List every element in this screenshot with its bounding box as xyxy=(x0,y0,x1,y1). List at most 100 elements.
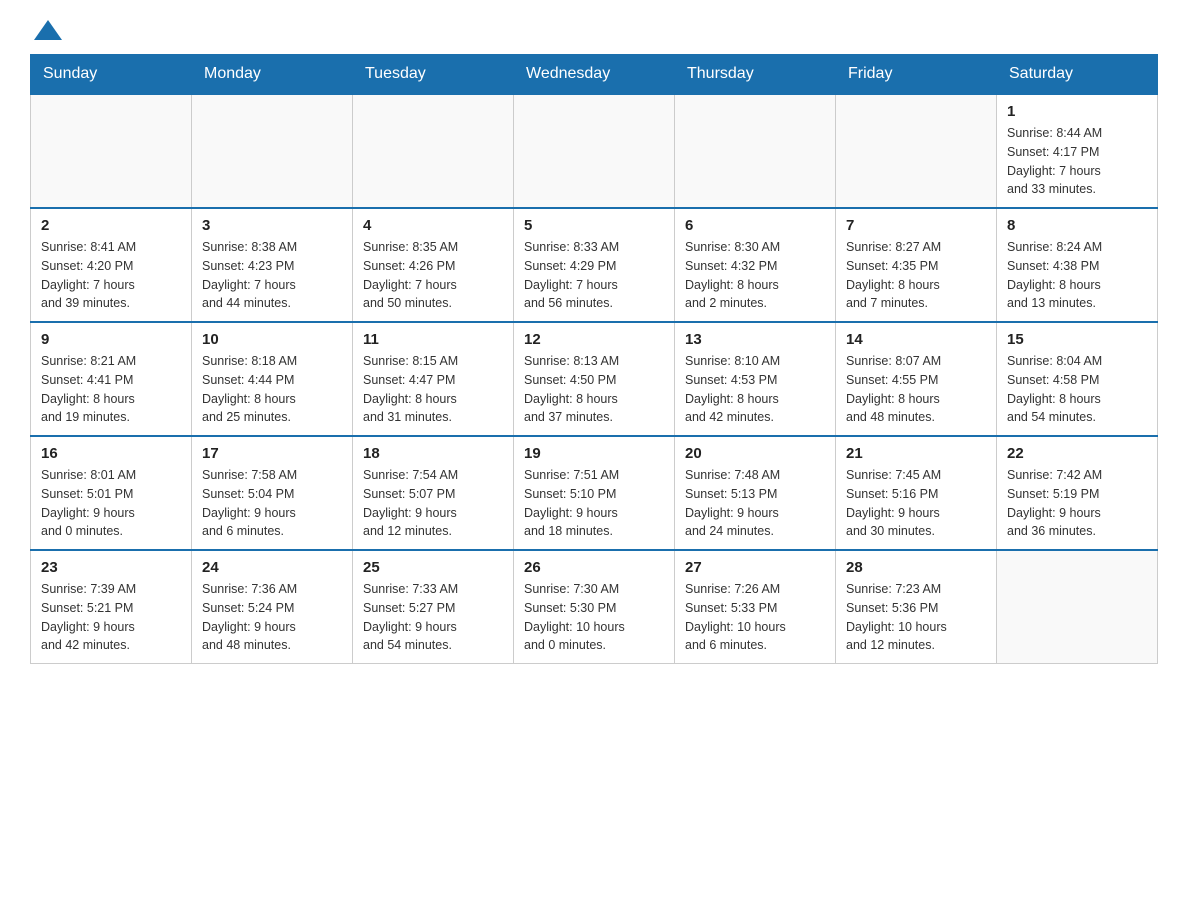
calendar-cell: 21 Sunrise: 7:45 AMSunset: 5:16 PMDayligh… xyxy=(836,436,997,550)
calendar-cell: 27Sunrise: 7:26 AMSunset: 5:33 PMDayligh… xyxy=(675,550,836,664)
page-header xyxy=(30,20,1158,44)
day-number: 24 xyxy=(202,559,342,576)
day-info: Sunrise: 7:42 AMSunset: 5:19 PMDaylight:… xyxy=(1007,466,1147,541)
day-number: 13 xyxy=(685,331,825,348)
day-number: 12 xyxy=(524,331,664,348)
calendar-cell: 26 Sunrise: 7:30 AMSunset: 5:30 PMDayligh… xyxy=(514,550,675,664)
calendar-cell xyxy=(353,94,514,208)
calendar-cell: 9 Sunrise: 8:21 AMSunset: 4:41 PMDaylight… xyxy=(31,322,192,436)
day-number: 4 xyxy=(363,217,503,234)
day-number: 9 xyxy=(41,331,181,348)
calendar-cell xyxy=(31,94,192,208)
day-info: Sunrise: 8:13 AMSunset: 4:50 PMDaylight:… xyxy=(524,352,664,427)
day-info: Sunrise: 8:10 AMSunset: 4:53 PMDaylight:… xyxy=(685,352,825,427)
calendar-cell xyxy=(997,550,1158,664)
calendar-cell: 18 Sunrise: 7:54 AMSunset: 5:07 PMDayligh… xyxy=(353,436,514,550)
calendar-cell xyxy=(675,94,836,208)
day-info: Sunrise: 7:23 AMSunset: 5:36 PMDaylight:… xyxy=(846,580,986,655)
day-number: 19 xyxy=(524,445,664,462)
day-number: 28 xyxy=(846,559,986,576)
day-info: Sunrise: 8:35 AMSunset: 4:26 PMDaylight:… xyxy=(363,238,503,313)
day-info: Sunrise: 8:33 AMSunset: 4:29 PMDaylight:… xyxy=(524,238,664,313)
day-info: Sunrise: 8:44 AMSunset: 4:17 PMDaylight:… xyxy=(1007,124,1147,199)
day-info: Sunrise: 8:41 AMSunset: 4:20 PMDaylight:… xyxy=(41,238,181,313)
day-number: 14 xyxy=(846,331,986,348)
day-number: 10 xyxy=(202,331,342,348)
calendar-cell: 12 Sunrise: 8:13 AMSunset: 4:50 PMDayligh… xyxy=(514,322,675,436)
logo xyxy=(30,20,62,44)
day-number: 20 xyxy=(685,445,825,462)
day-info: Sunrise: 8:38 AMSunset: 4:23 PMDaylight:… xyxy=(202,238,342,313)
day-number: 1 xyxy=(1007,103,1147,120)
day-header-monday: Monday xyxy=(192,55,353,95)
day-info: Sunrise: 7:36 AMSunset: 5:24 PMDaylight:… xyxy=(202,580,342,655)
calendar-week-row: 1 Sunrise: 8:44 AMSunset: 4:17 PMDaylight… xyxy=(31,94,1158,208)
calendar-cell: 15 Sunrise: 8:04 AMSunset: 4:58 PMDayligh… xyxy=(997,322,1158,436)
calendar-cell: 20 Sunrise: 7:48 AMSunset: 5:13 PMDayligh… xyxy=(675,436,836,550)
day-info: Sunrise: 7:26 AMSunset: 5:33 PMDaylight:… xyxy=(685,580,825,655)
day-number: 3 xyxy=(202,217,342,234)
day-number: 6 xyxy=(685,217,825,234)
calendar-table: SundayMondayTuesdayWednesdayThursdayFrid… xyxy=(30,54,1158,664)
day-info: Sunrise: 8:18 AMSunset: 4:44 PMDaylight:… xyxy=(202,352,342,427)
day-header-tuesday: Tuesday xyxy=(353,55,514,95)
day-info: Sunrise: 7:39 AMSunset: 5:21 PMDaylight:… xyxy=(41,580,181,655)
day-info: Sunrise: 8:24 AMSunset: 4:38 PMDaylight:… xyxy=(1007,238,1147,313)
day-header-thursday: Thursday xyxy=(675,55,836,95)
calendar-cell: 16 Sunrise: 8:01 AMSunset: 5:01 PMDayligh… xyxy=(31,436,192,550)
calendar-cell: 25 Sunrise: 7:33 AMSunset: 5:27 PMDayligh… xyxy=(353,550,514,664)
calendar-cell: 3 Sunrise: 8:38 AMSunset: 4:23 PMDaylight… xyxy=(192,208,353,322)
calendar-week-row: 2 Sunrise: 8:41 AMSunset: 4:20 PMDaylight… xyxy=(31,208,1158,322)
day-header-friday: Friday xyxy=(836,55,997,95)
calendar-cell: 19 Sunrise: 7:51 AMSunset: 5:10 PMDayligh… xyxy=(514,436,675,550)
day-number: 26 xyxy=(524,559,664,576)
day-info: Sunrise: 7:48 AMSunset: 5:13 PMDaylight:… xyxy=(685,466,825,541)
day-number: 23 xyxy=(41,559,181,576)
calendar-cell: 14 Sunrise: 8:07 AMSunset: 4:55 PMDayligh… xyxy=(836,322,997,436)
calendar-cell xyxy=(192,94,353,208)
day-number: 8 xyxy=(1007,217,1147,234)
day-header-saturday: Saturday xyxy=(997,55,1158,95)
day-info: Sunrise: 7:45 AMSunset: 5:16 PMDaylight:… xyxy=(846,466,986,541)
calendar-cell: 22 Sunrise: 7:42 AMSunset: 5:19 PMDayligh… xyxy=(997,436,1158,550)
calendar-week-row: 9 Sunrise: 8:21 AMSunset: 4:41 PMDaylight… xyxy=(31,322,1158,436)
calendar-cell: 4 Sunrise: 8:35 AMSunset: 4:26 PMDaylight… xyxy=(353,208,514,322)
day-info: Sunrise: 8:21 AMSunset: 4:41 PMDaylight:… xyxy=(41,352,181,427)
day-info: Sunrise: 7:51 AMSunset: 5:10 PMDaylight:… xyxy=(524,466,664,541)
calendar-cell: 10 Sunrise: 8:18 AMSunset: 4:44 PMDayligh… xyxy=(192,322,353,436)
calendar-cell: 24 Sunrise: 7:36 AMSunset: 5:24 PMDayligh… xyxy=(192,550,353,664)
day-number: 25 xyxy=(363,559,503,576)
day-number: 11 xyxy=(363,331,503,348)
calendar-cell: 5 Sunrise: 8:33 AMSunset: 4:29 PMDaylight… xyxy=(514,208,675,322)
day-info: Sunrise: 8:04 AMSunset: 4:58 PMDaylight:… xyxy=(1007,352,1147,427)
day-number: 16 xyxy=(41,445,181,462)
calendar-cell: 28 Sunrise: 7:23 AMSunset: 5:36 PMDayligh… xyxy=(836,550,997,664)
logo-triangle-icon xyxy=(34,20,62,40)
day-number: 5 xyxy=(524,217,664,234)
day-number: 21 xyxy=(846,445,986,462)
day-number: 22 xyxy=(1007,445,1147,462)
day-info: Sunrise: 7:54 AMSunset: 5:07 PMDaylight:… xyxy=(363,466,503,541)
calendar-week-row: 16 Sunrise: 8:01 AMSunset: 5:01 PMDayligh… xyxy=(31,436,1158,550)
calendar-cell xyxy=(836,94,997,208)
day-info: Sunrise: 8:30 AMSunset: 4:32 PMDaylight:… xyxy=(685,238,825,313)
day-info: Sunrise: 7:33 AMSunset: 5:27 PMDaylight:… xyxy=(363,580,503,655)
day-info: Sunrise: 8:15 AMSunset: 4:47 PMDaylight:… xyxy=(363,352,503,427)
day-info: Sunrise: 7:30 AMSunset: 5:30 PMDaylight:… xyxy=(524,580,664,655)
day-header-sunday: Sunday xyxy=(31,55,192,95)
day-info: Sunrise: 8:01 AMSunset: 5:01 PMDaylight:… xyxy=(41,466,181,541)
day-number: 2 xyxy=(41,217,181,234)
calendar-cell: 6 Sunrise: 8:30 AMSunset: 4:32 PMDaylight… xyxy=(675,208,836,322)
day-header-wednesday: Wednesday xyxy=(514,55,675,95)
day-info: Sunrise: 8:07 AMSunset: 4:55 PMDaylight:… xyxy=(846,352,986,427)
day-info: Sunrise: 7:58 AMSunset: 5:04 PMDaylight:… xyxy=(202,466,342,541)
calendar-cell: 7Sunrise: 8:27 AMSunset: 4:35 PMDaylight… xyxy=(836,208,997,322)
calendar-cell: 13 Sunrise: 8:10 AMSunset: 4:53 PMDayligh… xyxy=(675,322,836,436)
calendar-cell: 11 Sunrise: 8:15 AMSunset: 4:47 PMDayligh… xyxy=(353,322,514,436)
calendar-cell: 2 Sunrise: 8:41 AMSunset: 4:20 PMDaylight… xyxy=(31,208,192,322)
calendar-header-row: SundayMondayTuesdayWednesdayThursdayFrid… xyxy=(31,55,1158,95)
day-number: 15 xyxy=(1007,331,1147,348)
day-number: 18 xyxy=(363,445,503,462)
day-info: Sunrise: 8:27 AMSunset: 4:35 PMDaylight:… xyxy=(846,238,986,313)
calendar-cell: 1 Sunrise: 8:44 AMSunset: 4:17 PMDaylight… xyxy=(997,94,1158,208)
